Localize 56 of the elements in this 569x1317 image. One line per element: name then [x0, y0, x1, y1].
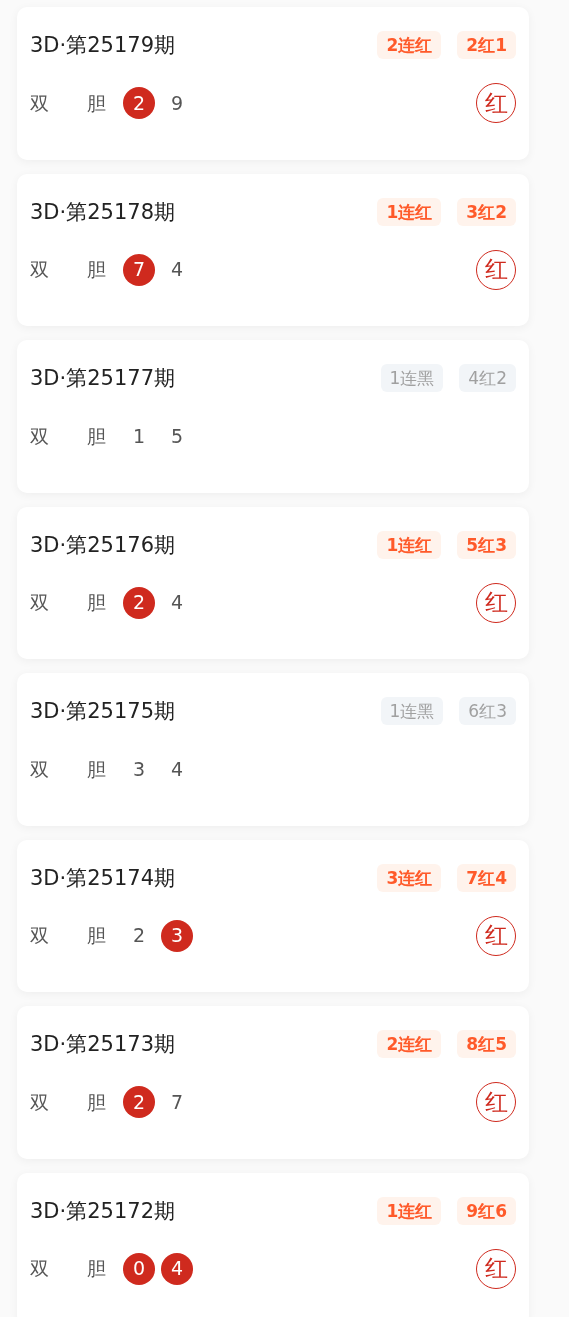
type-label: 双 [30, 90, 49, 116]
streak-tag: 3红2 [457, 197, 516, 226]
streak-tag: 3连红 [377, 863, 442, 892]
number: 4 [169, 257, 185, 283]
hit-number: 3 [161, 919, 193, 952]
number: 4 [169, 756, 185, 782]
type-label: 胆 [87, 756, 106, 782]
number: 9 [169, 90, 185, 116]
number: 2 [131, 923, 147, 949]
number: 1 [131, 423, 147, 449]
streak-tag: 1连黑 [380, 364, 444, 392]
type-label: 胆 [87, 1256, 106, 1282]
number: 4 [169, 590, 185, 616]
streak-tag: 8红5 [457, 1030, 516, 1058]
number: 7 [169, 1089, 185, 1115]
draw-title: 3D·第25175期 [30, 698, 175, 725]
hit-number: 2 [123, 1086, 155, 1118]
type-label: 胆 [87, 257, 106, 283]
streak-tag: 1连红 [377, 1196, 442, 1225]
type-label: 胆 [87, 590, 106, 616]
streak-tag: 1连红 [377, 530, 442, 559]
type-label: 双 [30, 590, 49, 616]
type-label: 胆 [87, 90, 106, 116]
type-label: 胆 [87, 923, 106, 949]
type-label: 双 [30, 1089, 49, 1115]
streak-tag: 2红1 [457, 31, 516, 59]
hit-number: 4 [161, 1252, 193, 1285]
draw-title: 3D·第25179期 [30, 32, 175, 59]
hit-number: 0 [123, 1252, 155, 1285]
draw-title: 3D·第25178期 [30, 198, 175, 226]
streak-tag: 7红4 [457, 863, 516, 892]
streak-tag: 1连红 [377, 197, 442, 226]
streak-tag: 2连红 [377, 1030, 442, 1058]
hit-number: 2 [123, 87, 155, 119]
draw-title: 3D·第25173期 [30, 1031, 175, 1058]
draw-title: 3D·第25172期 [30, 1197, 175, 1225]
type-label: 胆 [87, 423, 106, 449]
streak-tag: 9红6 [457, 1196, 516, 1225]
type-label: 双 [30, 756, 49, 782]
draw-title: 3D·第25174期 [30, 864, 175, 892]
type-label: 双 [30, 257, 49, 283]
type-label: 双 [30, 923, 49, 949]
type-label: 双 [30, 423, 49, 449]
streak-tag: 4红2 [459, 364, 516, 392]
number: 3 [131, 756, 147, 782]
type-label: 双 [30, 1256, 49, 1282]
streak-tag: 5红3 [457, 530, 516, 559]
draw-title: 3D·第25177期 [30, 365, 175, 392]
type-label: 胆 [87, 1089, 106, 1115]
draw-title: 3D·第25176期 [30, 531, 175, 559]
hit-number: 7 [123, 253, 155, 286]
hit-number: 2 [123, 586, 155, 619]
number: 5 [169, 423, 185, 449]
streak-tag: 1连黑 [380, 697, 444, 725]
streak-tag: 6红3 [459, 697, 516, 725]
streak-tag: 2连红 [377, 31, 442, 59]
